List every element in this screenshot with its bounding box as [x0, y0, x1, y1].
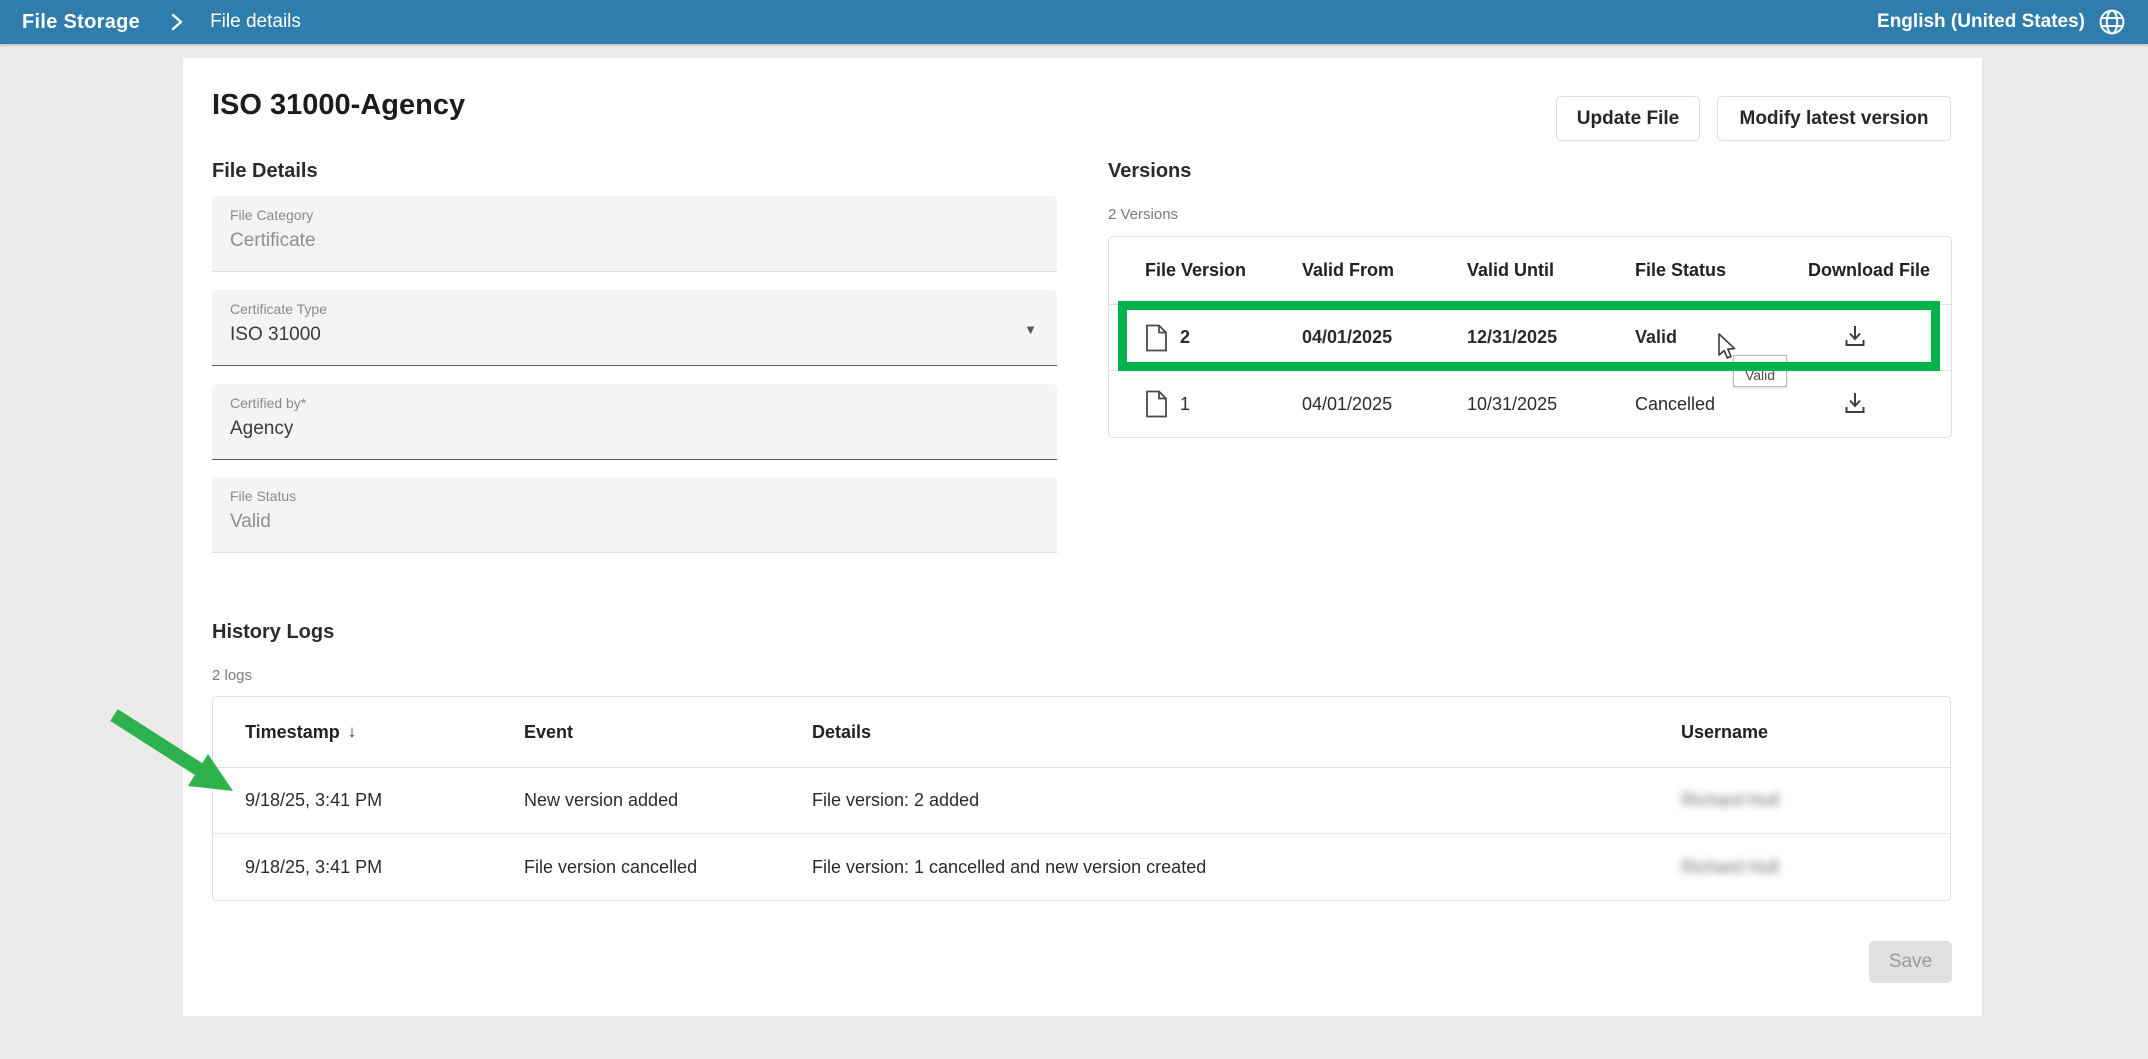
- version-number: 2: [1180, 327, 1190, 348]
- version-number: 1: [1180, 394, 1190, 415]
- col-download-file: Download File: [1808, 260, 1951, 281]
- certified-by-value: Agency: [230, 418, 1039, 440]
- col-details: Details: [812, 722, 1681, 743]
- version-row-2[interactable]: 2 04/01/2025 12/31/2025 Valid: [1109, 305, 1951, 371]
- log-details: File version: 2 added: [812, 790, 1681, 811]
- file-status-value: Valid: [230, 511, 1039, 533]
- update-file-button[interactable]: Update File: [1556, 96, 1700, 141]
- certificate-type-label: Certificate Type: [230, 301, 1039, 317]
- col-valid-from: Valid From: [1302, 260, 1467, 281]
- certificate-type-value: ISO 31000: [230, 324, 1039, 346]
- versions-table-header: File Version Valid From Valid Until File…: [1109, 237, 1951, 305]
- version-row-1[interactable]: 1 04/01/2025 10/31/2025 Cancelled: [1109, 371, 1951, 437]
- versions-count: 2 Versions: [1108, 206, 1178, 223]
- history-logs-table: Timestamp ↓ Event Details Username 9/18/…: [212, 696, 1951, 901]
- breadcrumb-file-storage[interactable]: File Storage: [22, 11, 140, 34]
- valid-until: 10/31/2025: [1467, 394, 1635, 415]
- valid-from: 04/01/2025: [1302, 327, 1467, 348]
- file-category-label: File Category: [230, 207, 1039, 223]
- file-category-value: Certificate: [230, 230, 1039, 252]
- save-button[interactable]: Save: [1869, 941, 1952, 983]
- log-username-redacted: Richard Hull: [1681, 790, 1950, 811]
- log-timestamp: 9/18/25, 3:41 PM: [245, 790, 524, 811]
- history-logs-count: 2 logs: [212, 667, 252, 684]
- col-valid-until: Valid Until: [1467, 260, 1635, 281]
- download-icon[interactable]: [1838, 319, 1872, 356]
- file-category-field: File Category Certificate: [212, 196, 1057, 272]
- document-icon: [1145, 390, 1168, 418]
- top-navigation-bar: File Storage File details English (Unite…: [0, 0, 2148, 44]
- status-value: Cancelled: [1635, 394, 1808, 415]
- globe-icon[interactable]: [2098, 8, 2126, 36]
- log-timestamp: 9/18/25, 3:41 PM: [245, 857, 524, 878]
- valid-until: 12/31/2025: [1467, 327, 1635, 348]
- log-event: New version added: [524, 790, 812, 811]
- file-details-heading: File Details: [212, 160, 318, 183]
- log-event: File version cancelled: [524, 857, 812, 878]
- history-logs-heading: History Logs: [212, 621, 334, 644]
- sort-descending-icon[interactable]: ↓: [348, 722, 357, 742]
- document-icon: [1145, 324, 1168, 352]
- language-label[interactable]: English (United States): [1877, 11, 2085, 33]
- status-tooltip: Valid: [1733, 355, 1787, 387]
- file-status-label: File Status: [230, 488, 1039, 504]
- versions-table: File Version Valid From Valid Until File…: [1108, 236, 1952, 438]
- file-status-field: File Status Valid: [212, 477, 1057, 553]
- col-event: Event: [524, 722, 812, 743]
- page-title: ISO 31000-Agency: [212, 89, 465, 122]
- col-file-version: File Version: [1145, 260, 1302, 281]
- caret-down-icon[interactable]: ▼: [1024, 322, 1037, 337]
- certified-by-field[interactable]: Certified by* Agency: [212, 384, 1057, 460]
- certificate-type-field[interactable]: Certificate Type ISO 31000 ▼: [212, 290, 1057, 366]
- page: File Storage File details English (Unite…: [0, 0, 2148, 1059]
- history-log-row: 9/18/25, 3:41 PM New version added File …: [213, 768, 1950, 834]
- col-file-status: File Status: [1635, 260, 1808, 281]
- col-username: Username: [1681, 722, 1950, 743]
- file-details-card: ISO 31000-Agency Update File Modify late…: [183, 58, 1982, 1016]
- modify-latest-version-button[interactable]: Modify latest version: [1717, 96, 1951, 141]
- history-table-header: Timestamp ↓ Event Details Username: [213, 697, 1950, 768]
- breadcrumb-file-details: File details: [210, 11, 301, 33]
- status-value: Valid: [1635, 327, 1808, 348]
- download-icon[interactable]: [1838, 386, 1872, 423]
- col-timestamp[interactable]: Timestamp ↓: [245, 722, 524, 743]
- certified-by-label: Certified by*: [230, 395, 1039, 411]
- log-details: File version: 1 cancelled and new versio…: [812, 857, 1681, 878]
- history-log-row: 9/18/25, 3:41 PM File version cancelled …: [213, 834, 1950, 900]
- versions-heading: Versions: [1108, 160, 1191, 183]
- chevron-right-icon: [170, 13, 184, 31]
- log-username-redacted: Richard Hull: [1681, 857, 1950, 878]
- valid-from: 04/01/2025: [1302, 394, 1467, 415]
